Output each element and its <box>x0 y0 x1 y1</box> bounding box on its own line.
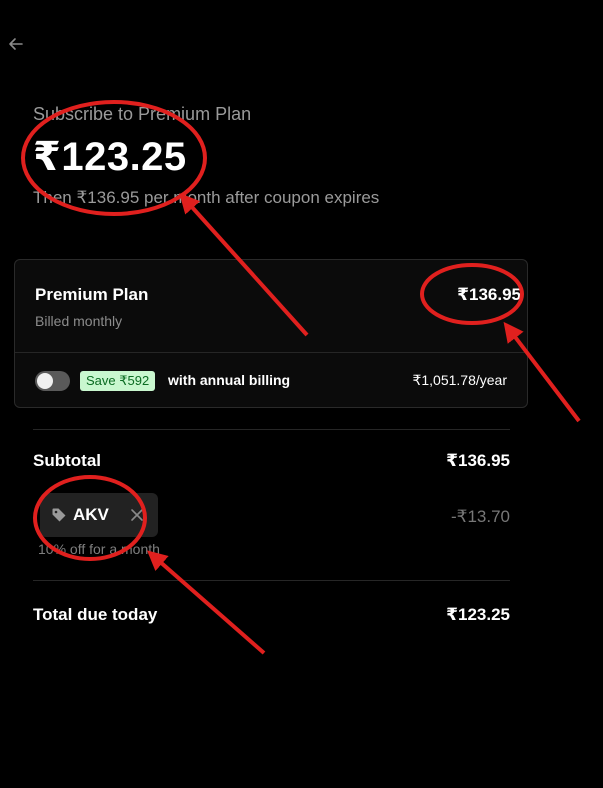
remove-coupon-close-icon[interactable] <box>129 507 145 523</box>
save-badge: Save ₹592 <box>80 371 156 391</box>
toggle-knob <box>37 373 53 389</box>
total-due-value: ₹123.25 <box>446 605 510 624</box>
coupon-chip[interactable]: AKV <box>40 493 158 537</box>
amount-due: ₹123.25 <box>33 135 187 179</box>
discount-note: 10% off for a month <box>38 541 160 557</box>
subtotal-value: ₹136.95 <box>446 451 510 470</box>
annual-price: ₹1,051.78/year <box>412 372 507 388</box>
subtotal-label: Subtotal <box>33 451 101 470</box>
subscribe-title: Subscribe to Premium Plan <box>33 104 252 124</box>
annotation-arrow-coupon <box>146 550 266 655</box>
annual-billing-label: with annual billing <box>168 372 291 388</box>
discount-value: -₹13.70 <box>450 507 510 526</box>
then-price-note: Then ₹136.95 per month after coupon expi… <box>33 188 380 207</box>
summary-divider-bottom <box>33 580 510 581</box>
annual-billing-toggle[interactable] <box>35 371 70 391</box>
coupon-code: AKV <box>73 505 109 524</box>
plan-card: Premium Plan Billed monthly ₹136.95 Save… <box>14 259 528 408</box>
tag-icon <box>52 508 66 522</box>
plan-price: ₹136.95 <box>457 285 521 304</box>
back-arrow-icon[interactable] <box>6 34 26 54</box>
plan-billing-period: Billed monthly <box>35 313 123 329</box>
summary-divider-top <box>33 429 510 430</box>
card-divider <box>15 352 527 353</box>
total-due-label: Total due today <box>33 605 158 624</box>
plan-name: Premium Plan <box>35 285 149 304</box>
